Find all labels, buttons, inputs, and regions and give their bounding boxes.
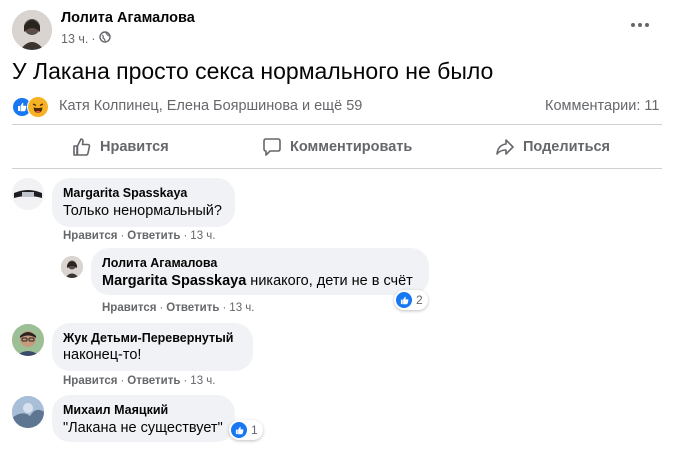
- comment-like-link[interactable]: Нравится: [102, 302, 156, 314]
- comment-reply-link[interactable]: Ответить: [127, 230, 180, 242]
- post-author[interactable]: Лолита Агамалова: [61, 10, 195, 26]
- comment-text: Margarita Spasskaya никакого, дети не в …: [102, 273, 413, 289]
- comment-reactions[interactable]: 2: [394, 290, 428, 310]
- more-options-icon[interactable]: [628, 15, 652, 35]
- commenter-avatar[interactable]: [12, 324, 44, 356]
- author-avatar[interactable]: [12, 10, 52, 50]
- comment-text: наконец-то!: [63, 347, 142, 363]
- comment-like-link[interactable]: Нравится: [63, 375, 117, 387]
- reactors-text[interactable]: Катя Колпинец, Елена Бояршинова и ещё 59: [59, 98, 362, 114]
- commenter-avatar[interactable]: [61, 256, 83, 278]
- like-button[interactable]: Нравится: [72, 136, 169, 158]
- comment-body: никакого, дети не в счёт: [246, 273, 413, 289]
- post-text: У Лакана просто секса нормального не был…: [12, 58, 494, 84]
- comment-icon: [263, 138, 281, 156]
- comment-text: "Лакана не существует": [63, 420, 223, 436]
- post-meta: 13 ч. ·: [61, 31, 111, 46]
- comment-reactions[interactable]: 1: [229, 420, 263, 440]
- separator-dot: ·: [91, 31, 96, 46]
- comment-meta: Нравится · Ответить · 13 ч.: [63, 375, 216, 387]
- globe-icon: [98, 31, 111, 46]
- comment-author[interactable]: Михаил Маяцкий: [63, 403, 168, 417]
- like-reaction-icon: [231, 422, 247, 438]
- comments-count[interactable]: Комментарии: 11: [545, 98, 659, 114]
- reaction-icons[interactable]: [12, 96, 54, 118]
- comment-author[interactable]: Margarita Spasskaya: [63, 186, 187, 200]
- divider: [12, 168, 662, 169]
- share-icon: [496, 139, 514, 155]
- comment-time[interactable]: 13 ч.: [229, 302, 254, 314]
- haha-reaction-icon: [27, 96, 49, 118]
- comment-author[interactable]: Лолита Агамалова: [102, 256, 217, 270]
- comment-text: Только ненормальный?: [63, 203, 222, 219]
- comment-time[interactable]: 13 ч.: [190, 375, 215, 387]
- comment-reply-link[interactable]: Ответить: [166, 302, 219, 314]
- like-reaction-icon: [396, 292, 412, 308]
- comment-button-label: Комментировать: [290, 139, 413, 155]
- comment-like-link[interactable]: Нравится: [63, 230, 117, 242]
- comment-time[interactable]: 13 ч.: [190, 230, 215, 242]
- commenter-avatar[interactable]: [12, 178, 44, 210]
- thumbs-up-icon: [73, 138, 91, 156]
- share-button[interactable]: Поделиться: [495, 136, 610, 158]
- reaction-count: 2: [416, 293, 423, 307]
- comment-reply-link[interactable]: Ответить: [127, 375, 180, 387]
- comment-meta: Нравится · Ответить · 13 ч.: [63, 230, 216, 242]
- divider: [12, 124, 662, 125]
- post-time[interactable]: 13 ч.: [61, 32, 88, 46]
- like-button-label: Нравится: [100, 139, 169, 155]
- comment-button[interactable]: Комментировать: [262, 136, 412, 158]
- reaction-count: 1: [251, 423, 258, 437]
- comment-meta: Нравится · Ответить · 13 ч.: [102, 302, 255, 314]
- commenter-avatar[interactable]: [12, 396, 44, 428]
- comment-author[interactable]: Жук Детьми-Перевернутый: [63, 331, 234, 345]
- share-button-label: Поделиться: [523, 139, 611, 155]
- comment-mention[interactable]: Margarita Spasskaya: [102, 273, 246, 289]
